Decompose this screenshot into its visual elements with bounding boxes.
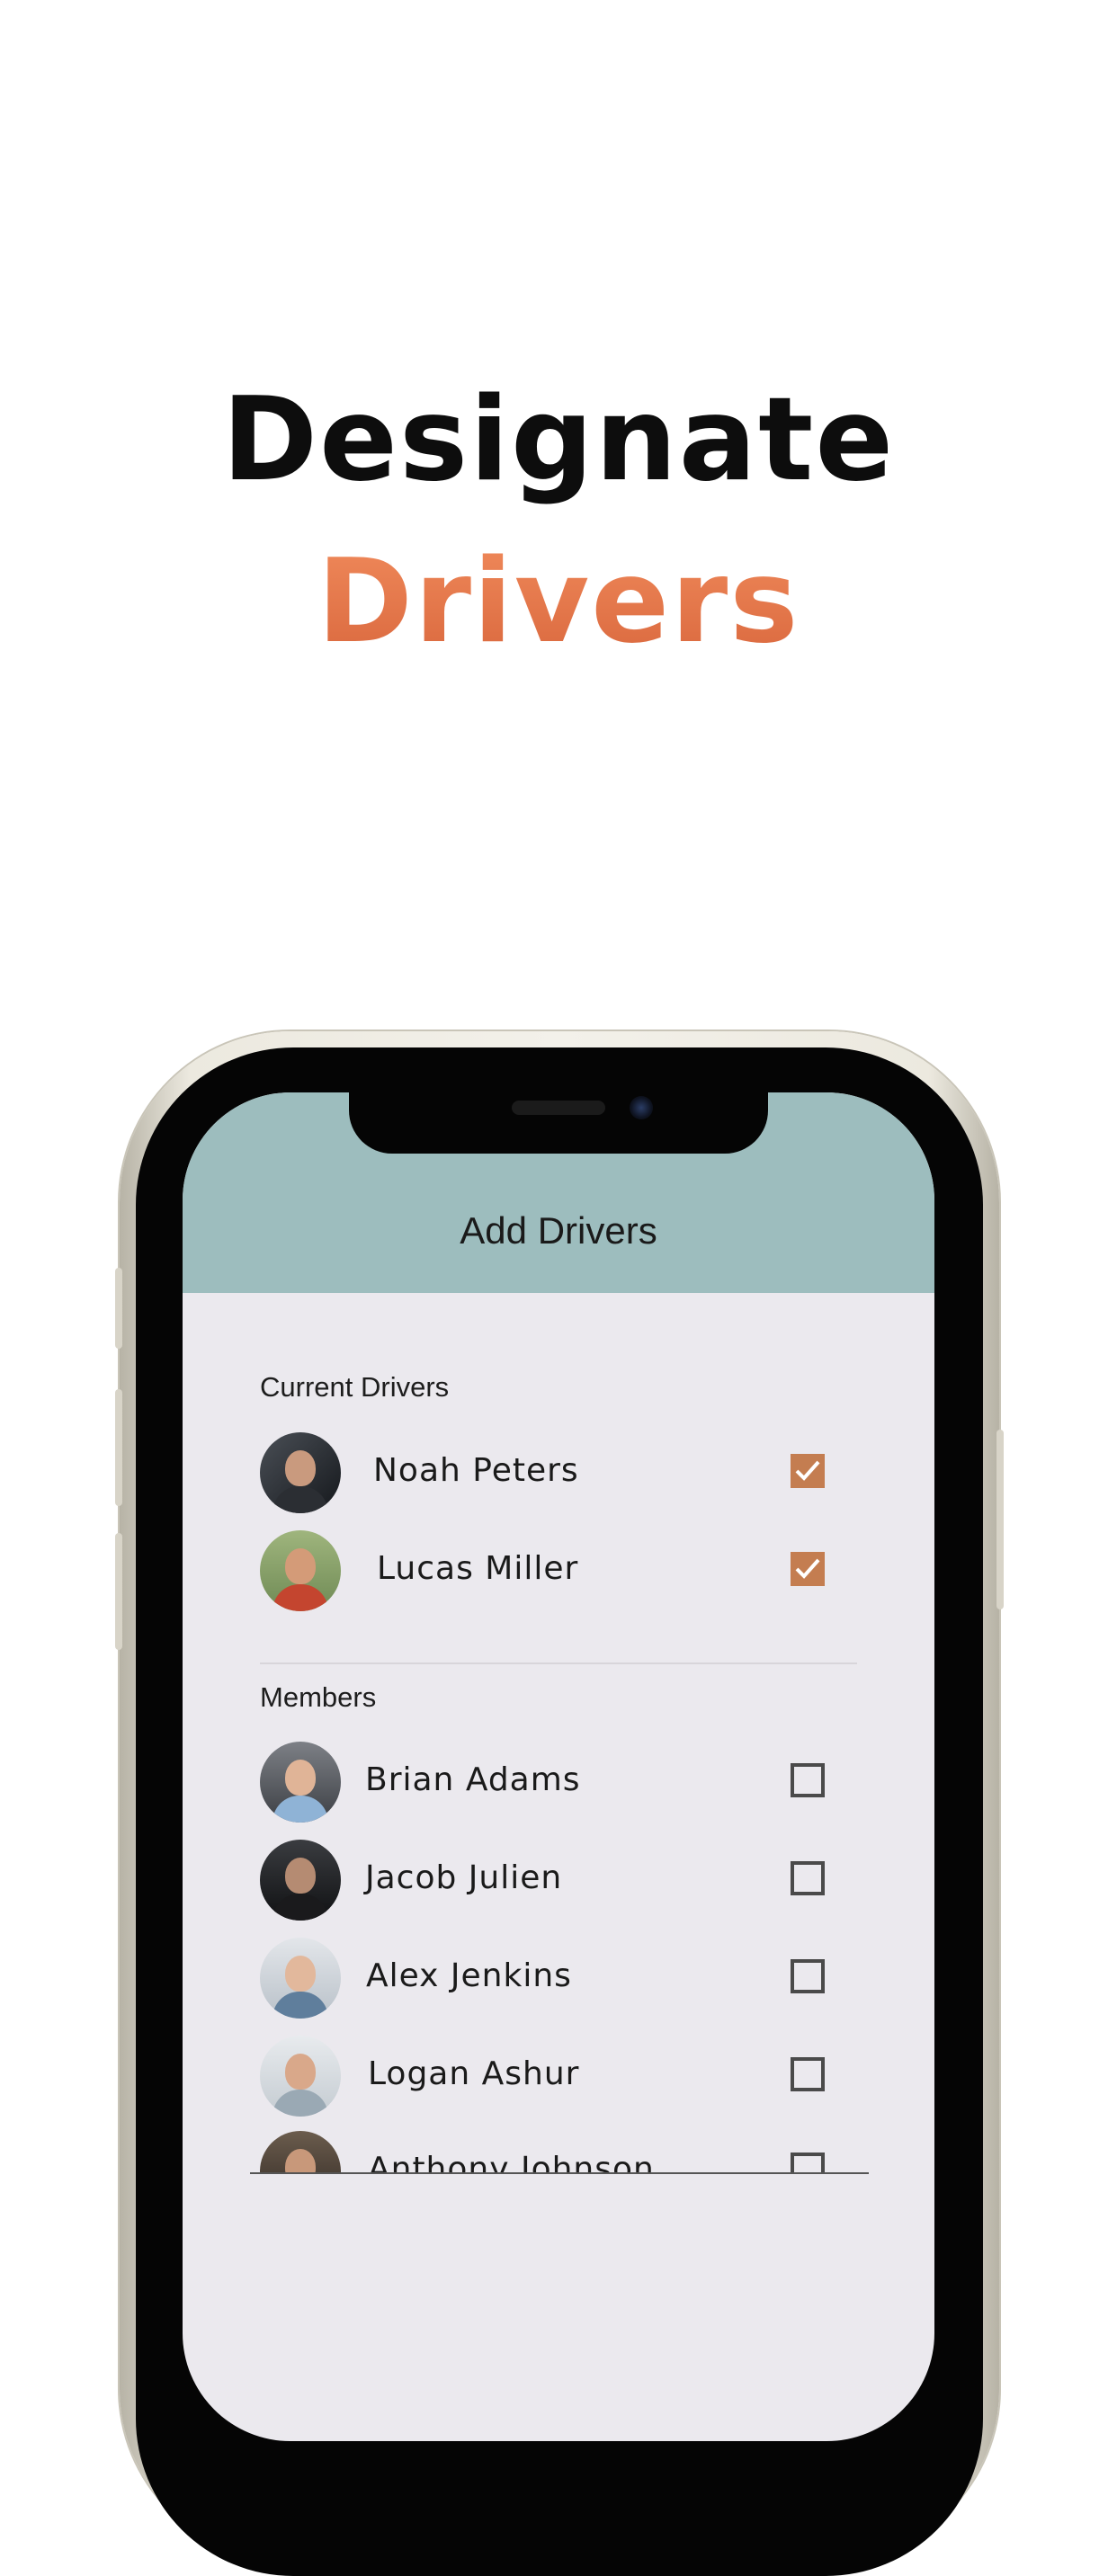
driver-name: Lucas Miller <box>377 1550 579 1587</box>
member-checkbox[interactable] <box>791 1959 825 1993</box>
members-label: Members <box>260 1681 377 1713</box>
headline: Designate Drivers <box>0 360 1117 683</box>
member-name: Jacob Julien <box>365 1859 563 1896</box>
member-name: Brian Adams <box>365 1761 581 1798</box>
driver-name: Noah Peters <box>373 1452 579 1489</box>
phone-volume-up-button <box>115 1389 122 1506</box>
member-name: Alex Jenkins <box>366 1957 572 1994</box>
check-icon <box>795 1558 820 1579</box>
member-checkbox[interactable] <box>791 2057 825 2091</box>
avatar <box>260 2036 341 2117</box>
list-item[interactable]: Anthony Johnson <box>260 2131 853 2173</box>
phone-power-button <box>996 1430 1004 1609</box>
member-checkbox[interactable] <box>791 1763 825 1797</box>
list-bottom-line <box>250 2172 869 2174</box>
avatar <box>260 1432 341 1513</box>
phone-volume-down-button <box>115 1533 122 1650</box>
drivers-list: Current Drivers Noah Peters Lucas Miller <box>183 1092 934 2173</box>
app-screen: Add Drivers Current Drivers Noah Peters … <box>183 1092 934 2441</box>
avatar <box>260 1840 341 1921</box>
list-item[interactable]: Brian Adams <box>260 1742 853 1823</box>
driver-checkbox[interactable] <box>791 1552 825 1586</box>
list-item[interactable]: Lucas Miller <box>260 1530 853 1611</box>
avatar <box>260 1530 341 1611</box>
section-divider <box>260 1662 857 1664</box>
list-item[interactable]: Noah Peters <box>260 1432 853 1513</box>
member-name: Logan Ashur <box>368 2055 580 2092</box>
avatar <box>260 1742 341 1823</box>
current-drivers-label: Current Drivers <box>260 1371 450 1403</box>
list-item[interactable]: Logan Ashur <box>260 2036 853 2117</box>
check-icon <box>795 1460 820 1481</box>
headline-part1: Designate <box>221 373 896 507</box>
member-checkbox[interactable] <box>791 1861 825 1895</box>
list-item[interactable]: Alex Jenkins <box>260 1938 853 2019</box>
member-checkbox[interactable] <box>791 2153 825 2173</box>
speaker-grille <box>512 1101 605 1115</box>
phone-side-button <box>115 1268 122 1349</box>
front-camera-icon <box>630 1096 653 1119</box>
headline-accent: Drivers <box>317 535 800 669</box>
driver-checkbox[interactable] <box>791 1454 825 1488</box>
list-item[interactable]: Jacob Julien <box>260 1840 853 1921</box>
member-name: Anthony Johnson <box>368 2151 655 2173</box>
avatar <box>260 2131 341 2173</box>
avatar <box>260 1938 341 2019</box>
